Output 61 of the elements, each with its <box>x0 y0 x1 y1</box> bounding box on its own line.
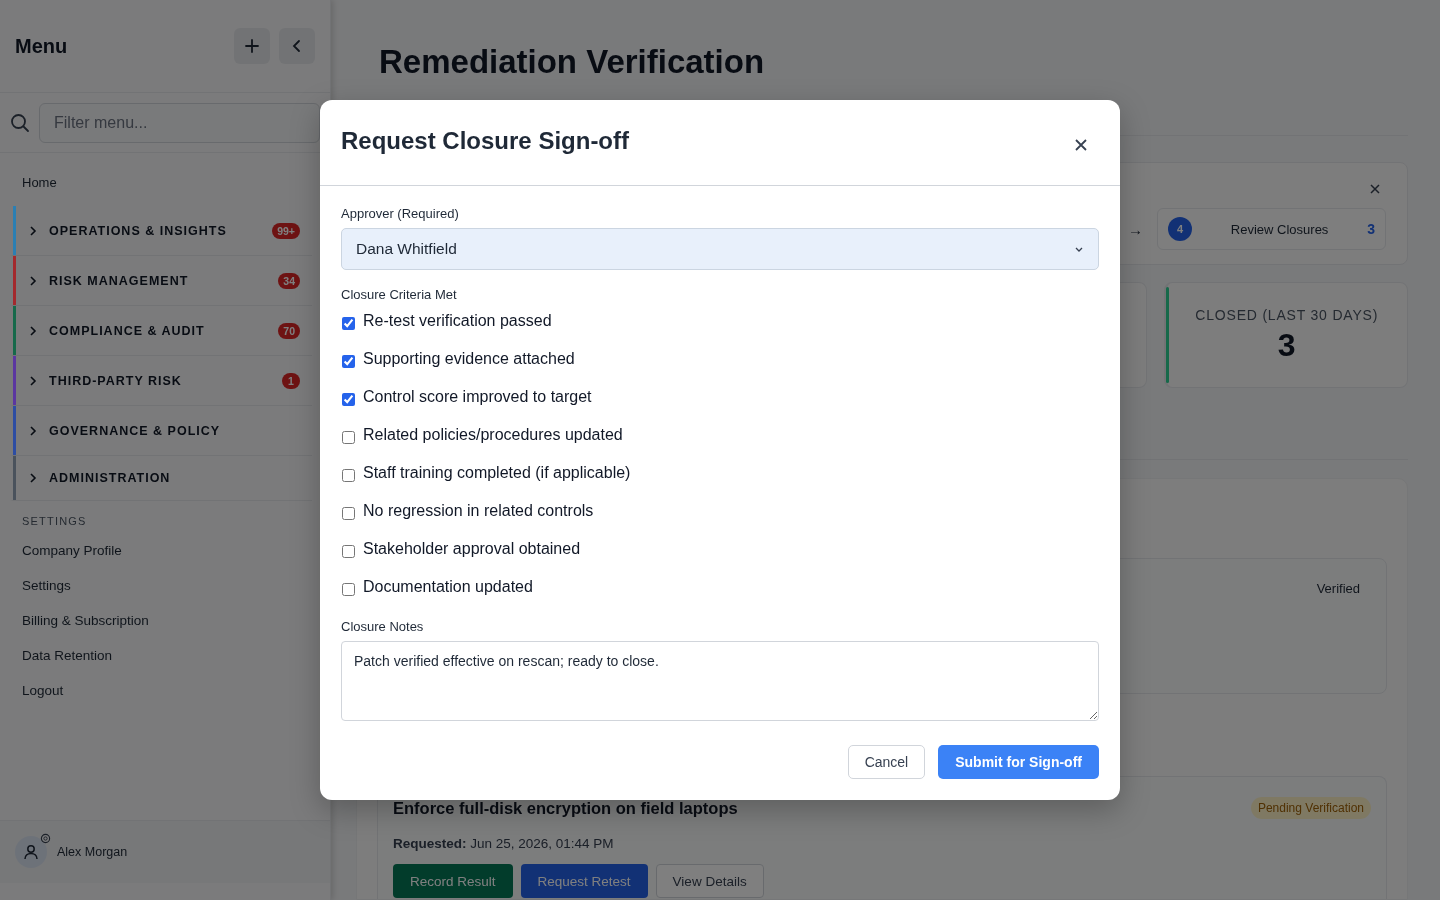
checkbox[interactable] <box>342 354 355 368</box>
chevron-icon <box>29 275 37 286</box>
nav-section[interactable]: OPERATIONS & INSIGHTS 99+ <box>10 206 312 256</box>
chevron-icon <box>29 425 37 436</box>
add-button[interactable] <box>234 28 270 64</box>
action-button[interactable]: Record Result <box>393 864 513 898</box>
page-title: Remediation Verification <box>379 42 766 81</box>
field-label: Closure Criteria Met <box>341 287 458 302</box>
checkbox-label: Related policies/procedures updated <box>363 426 623 444</box>
plus-icon <box>244 38 260 54</box>
checkbox-label: Re-test verification passed <box>363 312 552 330</box>
search-icon <box>10 112 30 133</box>
requested-date: Requested: Jun 25, 2026, 01:44 PM <box>393 836 615 851</box>
checkbox-label: Documentation updated <box>363 578 533 596</box>
status-badge: Pending Verification <box>1250 797 1371 819</box>
count-badge: 70 <box>278 322 300 339</box>
field-label: Closure Notes <box>341 619 425 634</box>
chevron-icon <box>29 473 37 483</box>
chevron-icon <box>29 325 37 336</box>
checkbox-label: Staff training completed (if applicable) <box>363 464 631 482</box>
field-label: Approver (Required) <box>341 206 460 221</box>
checkbox-label: Stakeholder approval obtained <box>363 540 581 558</box>
checkbox-label: No regression in related controls <box>363 502 594 520</box>
nav-section[interactable]: GOVERNANCE & POLICY <box>10 406 312 456</box>
notes-field[interactable]: Patch verified effective on rescan; ready to close. <box>341 641 1099 721</box>
item-title: Enforce full-disk encryption on field laptops <box>393 798 738 818</box>
close-icon[interactable] <box>1369 183 1381 195</box>
checkbox[interactable] <box>342 506 355 520</box>
action-button[interactable]: View Details <box>655 864 764 898</box>
checkbox[interactable] <box>342 316 355 330</box>
dialog-button[interactable]: Submit for Sign-off <box>938 745 1099 779</box>
count-badge: 34 <box>278 272 300 289</box>
status-text: Verified <box>1316 581 1360 598</box>
menu-title: Menu <box>15 34 68 58</box>
settings-heading: SETTINGS <box>21 514 88 529</box>
user-name: Alex Morgan <box>57 845 128 859</box>
checkbox-label: Supporting evidence attached <box>363 350 575 368</box>
dialog-button[interactable]: Cancel <box>847 745 926 779</box>
checkbox[interactable] <box>342 430 355 444</box>
workflow-step[interactable]: 4 Review Closures 3 <box>1157 208 1386 250</box>
step-arrow: → <box>1128 220 1143 238</box>
checkbox[interactable] <box>342 392 355 406</box>
checkbox[interactable] <box>342 544 355 558</box>
collapse-button[interactable] <box>279 28 315 64</box>
modal-title: Request Closure Sign-off <box>341 127 629 155</box>
approver-select[interactable]: Dana Whitfield <box>341 228 1099 270</box>
count-badge: 1 <box>282 372 300 389</box>
chevron-icon <box>29 375 37 386</box>
nav-section[interactable]: RISK MANAGEMENT 34 <box>10 256 312 306</box>
checkbox[interactable] <box>342 468 355 482</box>
count-badge: 99+ <box>272 222 300 239</box>
chevron-icon <box>29 225 37 236</box>
nav-section[interactable]: COMPLIANCE & AUDIT 70 <box>10 306 312 356</box>
action-button[interactable]: Request Retest <box>520 864 648 898</box>
filter-field[interactable]: Filter menu... <box>39 102 320 143</box>
stat-card: CLOSED (LAST 30 DAYS) 3 <box>1163 282 1408 388</box>
nav-section[interactable]: THIRD-PARTY RISK 1 <box>10 356 312 406</box>
checkbox[interactable] <box>342 582 355 596</box>
nav-section[interactable]: ADMINISTRATION <box>10 456 312 501</box>
close-icon[interactable] <box>1074 137 1088 152</box>
checkbox-label: Control score improved to target <box>363 388 592 406</box>
